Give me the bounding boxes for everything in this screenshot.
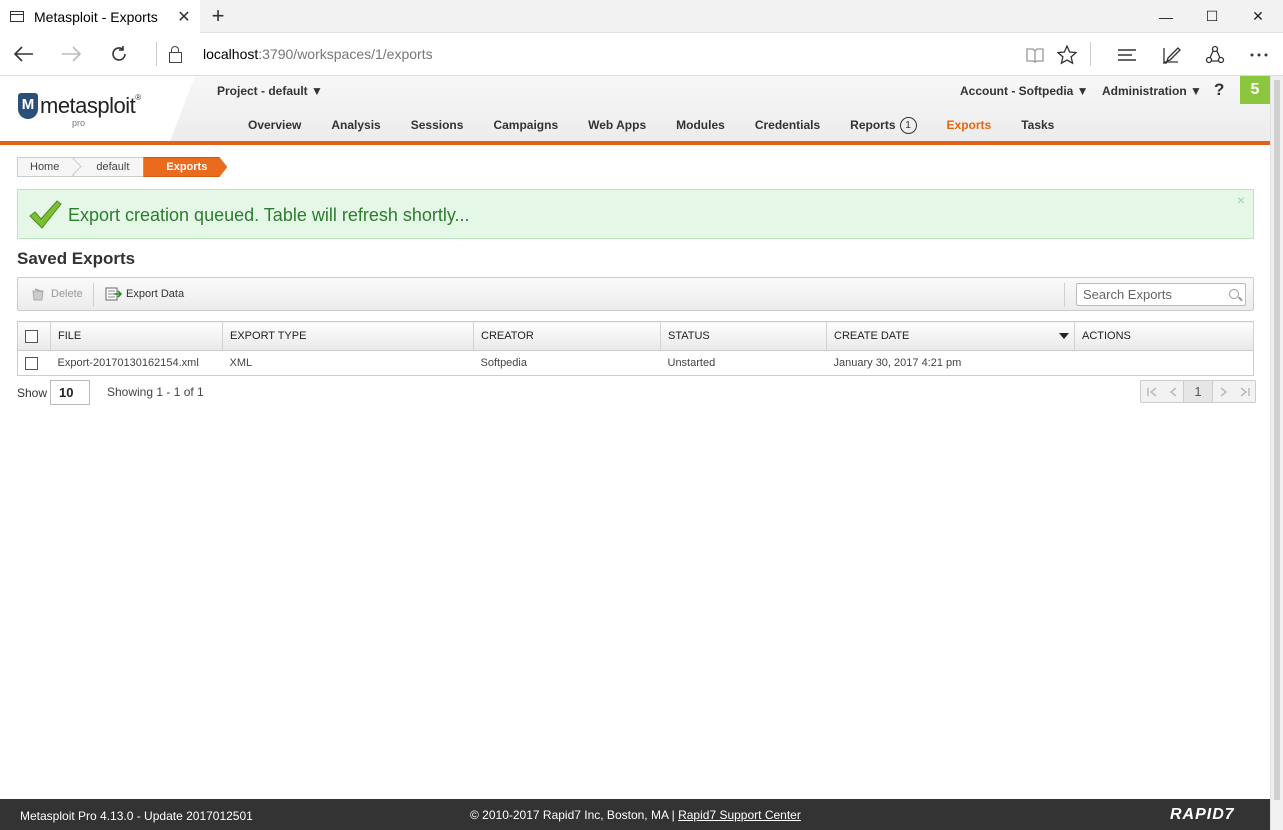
help-icon[interactable]: ? (1214, 80, 1224, 100)
app-footer: Metasploit Pro 4.13.0 - Update 201701250… (0, 799, 1270, 830)
col-status[interactable]: STATUS (660, 321, 827, 351)
hub-icon[interactable] (1113, 41, 1141, 69)
col-file[interactable]: FILE (50, 321, 223, 351)
export-data-button[interactable]: Export Data (105, 287, 184, 301)
share-icon[interactable] (1201, 41, 1229, 69)
nav-exports[interactable]: Exports (932, 116, 1007, 134)
logo-text: metasploit (40, 93, 136, 118)
more-icon[interactable] (1245, 41, 1273, 69)
table-row[interactable]: Export-20170130162154.xml XML Softpedia … (17, 350, 1254, 376)
checkmark-icon (29, 200, 62, 229)
search-exports-input[interactable] (1077, 284, 1222, 305)
copyright-text: © 2010-2017 Rapid7 Inc, Boston, MA | Rap… (470, 808, 801, 822)
export-icon (105, 287, 122, 301)
nav-analysis[interactable]: Analysis (316, 116, 395, 134)
first-page-icon[interactable] (1141, 381, 1162, 402)
col-creator[interactable]: CREATOR (473, 321, 661, 351)
tab-page-icon (10, 11, 24, 22)
forward-arrow-icon[interactable] (55, 39, 87, 69)
window-close-button[interactable]: ✕ (1235, 0, 1281, 33)
nav-tasks[interactable]: Tasks (1006, 116, 1069, 134)
new-tab-button[interactable]: + (206, 4, 230, 28)
prev-page-icon[interactable] (1162, 381, 1183, 402)
col-create-date[interactable]: CREATE DATE (826, 321, 1075, 351)
select-all-checkbox[interactable] (25, 329, 38, 343)
exports-toolbar: Delete Export Data (17, 277, 1254, 311)
flash-close-icon[interactable]: × (1237, 192, 1245, 208)
delete-button[interactable]: Delete (31, 287, 83, 301)
breadcrumb-default[interactable]: default (73, 157, 144, 177)
tab-close-icon[interactable]: ✕ (174, 7, 194, 27)
browser-addressbar: localhost:3790/workspaces/1/exports (0, 33, 1283, 76)
page-scrollbar[interactable] (1270, 76, 1283, 830)
scroll-thumb[interactable] (1274, 80, 1280, 800)
metasploit-logo[interactable]: M metasploit ® pro (18, 93, 141, 128)
delete-icon (32, 288, 44, 301)
favorite-star-icon[interactable] (1053, 41, 1081, 69)
main-nav: Overview Analysis Sessions Campaigns Web… (233, 116, 1069, 134)
tab-title: Metasploit - Exports (34, 8, 158, 25)
cell-date: January 30, 2017 4:21 pm (833, 357, 962, 369)
nav-overview[interactable]: Overview (233, 116, 316, 134)
nav-web-apps[interactable]: Web Apps (573, 116, 661, 134)
metasploit-m-icon: M (18, 93, 38, 119)
lock-icon (169, 46, 182, 63)
browser-tab[interactable]: Metasploit - Exports ✕ (0, 0, 200, 33)
success-flash: Export creation queued. Table will refre… (17, 189, 1254, 239)
cell-type: XML (229, 357, 253, 369)
reading-view-icon[interactable] (1021, 41, 1049, 69)
search-box (1076, 283, 1246, 306)
search-icon[interactable] (1229, 289, 1239, 299)
col-actions: ACTIONS (1074, 321, 1254, 351)
header-accent-rule (0, 141, 1270, 145)
section-title: Saved Exports (17, 249, 136, 268)
flash-message: Export creation queued. Table will refre… (68, 205, 470, 225)
nav-modules[interactable]: Modules (661, 116, 740, 134)
current-page[interactable]: 1 (1183, 381, 1213, 402)
back-arrow-icon[interactable] (8, 39, 40, 69)
cell-actions (1075, 351, 1254, 376)
version-text: Metasploit Pro 4.13.0 - Update 201701250… (20, 809, 253, 823)
administration-menu[interactable]: Administration ▼ (1102, 84, 1202, 98)
breadcrumb-home[interactable]: Home (17, 157, 83, 177)
showing-count: Showing 1 - 1 of 1 (107, 385, 204, 399)
account-menu[interactable]: Account - Softpedia ▼ (960, 84, 1089, 98)
cell-status: Unstarted (667, 357, 716, 369)
last-page-icon[interactable] (1234, 381, 1255, 402)
next-page-icon[interactable] (1213, 381, 1234, 402)
per-page-select[interactable]: 10 (50, 380, 90, 405)
web-note-icon[interactable] (1157, 41, 1185, 69)
breadcrumb-exports: Exports (143, 157, 227, 177)
address-url[interactable]: localhost:3790/workspaces/1/exports (203, 46, 433, 62)
row-checkbox[interactable] (25, 356, 38, 370)
breadcrumb: Home default Exports (17, 157, 227, 177)
support-center-link[interactable]: Rapid7 Support Center (678, 808, 801, 822)
nav-credentials[interactable]: Credentials (740, 116, 835, 134)
cell-creator: Softpedia (480, 357, 527, 369)
show-label: Show (17, 386, 48, 400)
logo-sub: pro (72, 118, 86, 128)
maximize-button[interactable]: ☐ (1189, 0, 1235, 33)
minimize-button[interactable]: — (1143, 0, 1189, 33)
exports-table: FILE EXPORT TYPE CREATOR STATUS CREATE D… (17, 321, 1254, 376)
nav-reports[interactable]: Reports 1 (835, 116, 931, 134)
cell-file: Export-20170130162154.xml (57, 357, 199, 369)
reports-count-badge: 1 (899, 116, 917, 134)
col-export-type[interactable]: EXPORT TYPE (222, 321, 474, 351)
nav-sessions[interactable]: Sessions (396, 116, 479, 134)
select-all-header (17, 321, 51, 351)
refresh-icon[interactable] (103, 39, 135, 69)
notification-badge[interactable]: 5 (1240, 76, 1270, 104)
rapid7-logo: RAPID7 (1170, 806, 1235, 823)
pagination: 1 (1140, 380, 1256, 403)
nav-campaigns[interactable]: Campaigns (478, 116, 573, 134)
app-header: M metasploit ® pro Project - default ▼ Ac… (0, 76, 1270, 145)
browser-titlebar: Metasploit - Exports ✕ + — ☐ ✕ (0, 0, 1283, 33)
project-selector[interactable]: Project - default ▼ (217, 84, 323, 98)
sort-desc-icon (1059, 333, 1069, 339)
